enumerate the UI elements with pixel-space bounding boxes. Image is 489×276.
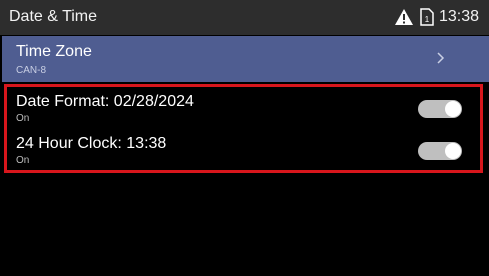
24-hour-clock-label: 24 Hour Clock: 13:38 <box>16 135 167 152</box>
time-zone-row[interactable]: Time Zone CAN-8 <box>2 36 489 82</box>
warning-icon <box>394 8 414 26</box>
screen-title: Date & Time <box>9 8 98 25</box>
status-time: 13:38 <box>439 8 480 25</box>
24-hour-clock-row[interactable]: 24 Hour Clock: 13:38 On <box>8 130 479 172</box>
time-zone-label: Time Zone <box>16 43 92 60</box>
date-format-row[interactable]: Date Format: 02/28/2024 On <box>8 88 479 130</box>
svg-text:1: 1 <box>425 15 430 24</box>
toggle-knob <box>445 143 461 159</box>
date-format-state: On <box>16 113 30 124</box>
chevron-right-icon <box>436 50 446 66</box>
status-bar: Date & Time 1 13:38 <box>0 0 489 35</box>
toggle-knob <box>445 101 461 117</box>
date-format-label: Date Format: 02/28/2024 <box>16 93 194 110</box>
24-hour-clock-toggle[interactable] <box>418 142 462 160</box>
time-zone-value: CAN-8 <box>16 65 47 76</box>
date-format-toggle[interactable] <box>418 100 462 118</box>
24-hour-clock-state: On <box>16 155 30 166</box>
sim-card-icon: 1 <box>420 8 434 26</box>
